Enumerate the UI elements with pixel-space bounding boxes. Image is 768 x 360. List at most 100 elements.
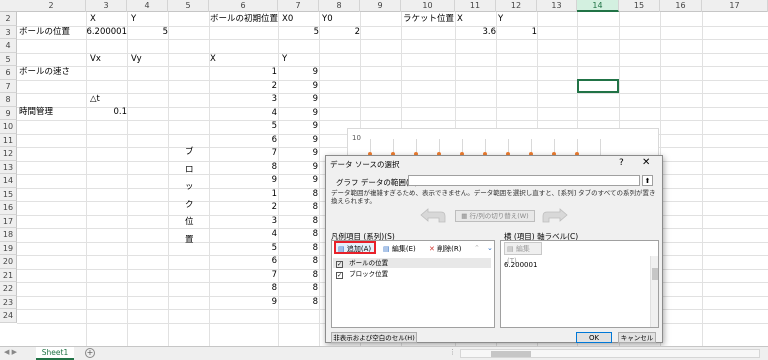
row-header-3[interactable]: 3 xyxy=(0,25,17,39)
column-header-13[interactable]: 13 xyxy=(537,0,577,12)
block-x-cell[interactable]: 5 xyxy=(209,120,277,133)
add-series-button[interactable]: ▤ 追加(A) xyxy=(334,241,376,254)
block-x-cell[interactable]: 6 xyxy=(209,255,277,268)
block-y-cell[interactable]: 8 xyxy=(278,282,318,295)
cell-vy-header[interactable]: Vy xyxy=(131,53,142,66)
block-y-cell[interactable]: 9 xyxy=(278,174,318,187)
block-y-cell[interactable]: 8 xyxy=(278,201,318,214)
row-header-15[interactable]: 15 xyxy=(0,187,17,201)
series-item[interactable]: ✓ ボールの位置 xyxy=(333,258,491,268)
column-header-14[interactable]: 14 xyxy=(577,0,619,12)
hidden-empty-cells-button[interactable]: 非表示および空白のセル(H) xyxy=(331,332,417,343)
cell-dt-value[interactable]: 0.1 xyxy=(86,106,127,119)
row-header-21[interactable]: 21 xyxy=(0,268,17,282)
block-x-cell[interactable]: 3 xyxy=(209,93,277,106)
column-header-12[interactable]: 12 xyxy=(496,0,537,12)
column-header-16[interactable]: 16 xyxy=(660,0,702,12)
axis-list-scroll-thumb[interactable] xyxy=(652,268,658,280)
cell-block-y-header[interactable]: Y xyxy=(282,53,287,66)
row-header-20[interactable]: 20 xyxy=(0,255,17,269)
add-sheet-icon[interactable]: + xyxy=(85,348,95,358)
cell-y0-value[interactable]: 2 xyxy=(320,26,360,39)
cell-racket-x[interactable]: 3.6 xyxy=(455,26,496,39)
block-y-cell[interactable]: 9 xyxy=(278,107,318,120)
column-header-2[interactable]: 2 xyxy=(17,0,86,12)
move-up-button[interactable]: ⌃ xyxy=(472,242,482,255)
row-header-5[interactable]: 5 xyxy=(0,52,17,66)
column-header-4[interactable]: 4 xyxy=(127,0,168,12)
block-x-cell[interactable]: 9 xyxy=(209,296,277,309)
cell-ball-speed-label[interactable]: ボールの速さ xyxy=(19,66,70,79)
row-header-9[interactable]: 9 xyxy=(0,106,17,120)
block-y-cell[interactable]: 8 xyxy=(278,215,318,228)
row-header-22[interactable]: 22 xyxy=(0,282,17,296)
cell-ball-x[interactable]: 6.200001 xyxy=(86,26,127,39)
row-header-11[interactable]: 11 xyxy=(0,133,17,147)
cell-block-x-header[interactable]: X xyxy=(210,53,216,66)
block-y-cell[interactable]: 9 xyxy=(278,66,318,79)
block-x-cell[interactable]: 4 xyxy=(209,107,277,120)
block-y-cell[interactable]: 8 xyxy=(278,228,318,241)
cell-x0-header[interactable]: X0 xyxy=(282,13,293,26)
tab-split-handle-icon[interactable]: ⋮ xyxy=(449,348,456,356)
row-header-8[interactable]: 8 xyxy=(0,93,17,107)
block-y-cell[interactable]: 9 xyxy=(278,93,318,106)
block-y-cell[interactable]: 8 xyxy=(278,188,318,201)
row-header-24[interactable]: 24 xyxy=(0,309,17,323)
cell-initial-position-label[interactable]: ボールの初期位置 xyxy=(210,13,278,26)
cell-time-label[interactable]: 時間管理 xyxy=(19,106,53,119)
row-header-19[interactable]: 19 xyxy=(0,241,17,255)
block-x-cell[interactable]: 5 xyxy=(209,242,277,255)
horizontal-scroll-thumb[interactable] xyxy=(491,351,531,357)
column-header-10[interactable]: 10 xyxy=(401,0,455,12)
row-header-2[interactable]: 2 xyxy=(0,12,17,26)
cell-x0-value[interactable]: 5 xyxy=(278,26,319,39)
column-header-9[interactable]: 9 xyxy=(360,0,401,12)
row-header-18[interactable]: 18 xyxy=(0,228,17,242)
block-x-cell[interactable]: 4 xyxy=(209,228,277,241)
column-header-8[interactable]: 8 xyxy=(319,0,360,12)
cell-racket-label[interactable]: ラケット位置 xyxy=(403,13,454,26)
switch-row-column-button[interactable]: ▦ 行/列の切り替え(W) xyxy=(455,210,535,222)
cell-racket-y-header[interactable]: Y xyxy=(498,13,503,26)
block-y-cell[interactable]: 9 xyxy=(278,147,318,160)
cell-ball-position-label[interactable]: ボールの位置 xyxy=(19,26,70,39)
edit-axis-labels-button[interactable]: ▤ 編集(T) xyxy=(504,242,542,265)
block-x-cell[interactable]: 3 xyxy=(209,215,277,228)
move-down-button[interactable]: ⌄ xyxy=(485,242,495,255)
column-header-11[interactable]: 11 xyxy=(455,0,496,12)
block-x-cell[interactable]: 6 xyxy=(209,134,277,147)
block-x-cell[interactable]: 8 xyxy=(209,282,277,295)
ok-button[interactable]: OK xyxy=(576,332,612,343)
block-x-cell[interactable]: 1 xyxy=(209,188,277,201)
cell-dt-label[interactable]: △t xyxy=(90,93,100,106)
cell-racket-x-header[interactable]: X xyxy=(457,13,463,26)
row-header-6[interactable]: 6 xyxy=(0,66,17,80)
selected-cell-cursor[interactable] xyxy=(577,79,619,93)
column-header-17[interactable]: 17 xyxy=(702,0,768,12)
series-item[interactable]: ✓ ブロック位置 xyxy=(333,269,491,279)
row-header-12[interactable]: 12 xyxy=(0,147,17,161)
block-y-cell[interactable]: 8 xyxy=(278,242,318,255)
delete-series-button[interactable]: ✕ 削除(R) xyxy=(426,242,470,255)
axis-label-item[interactable]: 6.200001 xyxy=(504,261,537,269)
row-header-17[interactable]: 17 xyxy=(0,214,17,228)
block-x-cell[interactable]: 9 xyxy=(209,174,277,187)
block-x-cell[interactable]: 7 xyxy=(209,147,277,160)
block-x-cell[interactable]: 2 xyxy=(209,201,277,214)
row-header-23[interactable]: 23 xyxy=(0,295,17,309)
axis-list-scrollbar[interactable] xyxy=(650,256,658,327)
row-header-14[interactable]: 14 xyxy=(0,174,17,188)
block-x-cell[interactable]: 8 xyxy=(209,161,277,174)
block-x-cell[interactable]: 2 xyxy=(209,80,277,93)
edit-series-button[interactable]: ▤ 編集(E) xyxy=(380,242,422,255)
row-header-10[interactable]: 10 xyxy=(0,120,17,134)
range-collapse-button[interactable]: ⬆ xyxy=(642,175,653,186)
column-header-15[interactable]: 15 xyxy=(619,0,660,12)
block-y-cell[interactable]: 8 xyxy=(278,255,318,268)
column-header-7[interactable]: 7 xyxy=(278,0,319,12)
block-y-cell[interactable]: 8 xyxy=(278,296,318,309)
sheet-tab-sheet1[interactable]: Sheet1 xyxy=(36,347,74,360)
sheet-nav-arrows-icon[interactable]: ◀ ▶ xyxy=(4,348,17,356)
row-header-13[interactable]: 13 xyxy=(0,160,17,174)
